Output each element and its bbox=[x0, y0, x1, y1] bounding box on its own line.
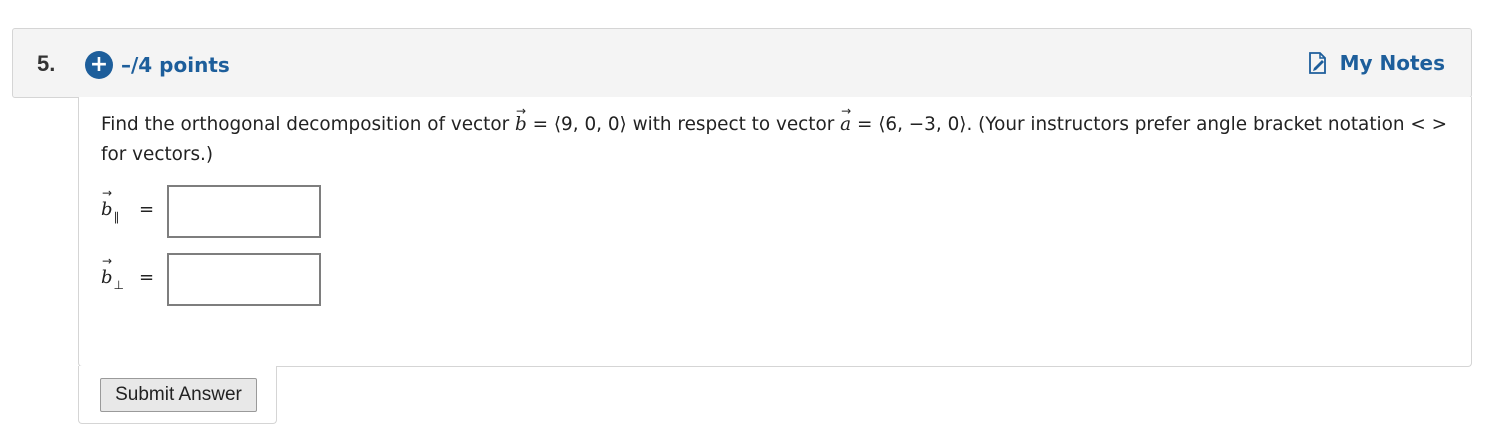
my-notes-label: My Notes bbox=[1339, 51, 1445, 75]
equals-sign: = bbox=[139, 199, 155, 220]
note-edit-icon bbox=[1308, 52, 1326, 74]
vector-arrow: → bbox=[516, 104, 527, 118]
question-prompt: Find the orthogonal decomposition of vec… bbox=[101, 104, 1461, 170]
prompt-text-2: = ⟨9, 0, 0⟩ with respect to vector bbox=[526, 114, 841, 135]
prompt-text-1: Find the orthogonal decomposition of vec… bbox=[101, 114, 515, 135]
vector-a-symbol: → a bbox=[840, 104, 851, 140]
vector-b-symbol: → b bbox=[515, 104, 527, 140]
plus-circle-icon[interactable]: + bbox=[85, 51, 113, 79]
question-body: Find the orthogonal decomposition of vec… bbox=[78, 97, 1472, 367]
vector-arrow: → bbox=[841, 104, 852, 118]
equals-sign: = bbox=[139, 267, 155, 288]
question-number: 5. bbox=[37, 51, 56, 76]
points-label: –/4 points bbox=[121, 53, 230, 77]
b-perpendicular-input[interactable] bbox=[167, 253, 321, 306]
submit-answer-button[interactable]: Submit Answer bbox=[100, 378, 257, 412]
question-header: 5. + –/4 points My Notes bbox=[12, 28, 1472, 98]
b-parallel-input[interactable] bbox=[167, 185, 321, 238]
my-notes-link[interactable]: My Notes bbox=[1308, 51, 1445, 75]
submit-area: Submit Answer bbox=[78, 366, 277, 424]
